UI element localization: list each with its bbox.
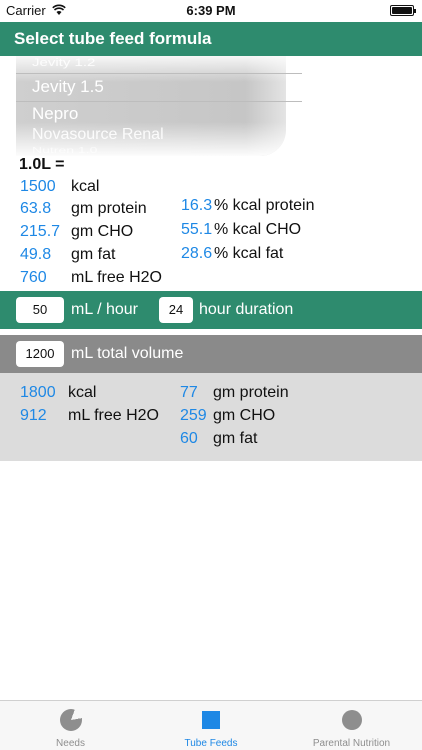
total-volume-bar: 1200 mL total volume [0,335,422,373]
square-icon [202,711,220,729]
picker-selection-line [16,73,302,74]
total-volume-unit: mL total volume [71,345,184,362]
cho-value: 215.7 [20,223,61,240]
status-bar: Carrier 6:39 PM [0,0,422,22]
rate-input[interactable]: 50 [16,297,64,323]
total-fat-unit: gm fat [213,430,258,447]
tab-label: Tube Feeds [184,738,238,749]
total-water-value: 912 [20,407,47,424]
pct-protein-value: 16.3 [181,197,213,214]
per-liter-title: 1.0L = [19,156,65,173]
total-kcal-unit: kcal [68,384,97,401]
fat-unit: gm fat [71,246,116,263]
pie-icon [59,709,82,731]
tab-needs[interactable]: Needs [0,701,141,750]
free-water-unit: mL free H2O [71,269,162,286]
duration-unit-label: hour duration [199,301,294,318]
fat-value: 49.8 [20,246,52,263]
picker-wheel[interactable]: Jevity 1.2 Jevity 1.5 Nepro Novasource R… [16,56,286,156]
rate-unit-label: mL / hour [71,301,138,318]
rate-bar: 50 mL / hour 24 hour duration [0,291,422,329]
total-protein-unit: gm protein [213,384,289,401]
total-protein-value: 77 [180,384,198,401]
cho-unit: gm CHO [71,223,134,240]
circle-icon [341,710,362,730]
tab-label: Needs [56,738,85,749]
kcal-unit: kcal [71,178,100,195]
total-volume-value[interactable]: 1200 [16,341,64,367]
protein-unit: gm protein [71,200,147,217]
picker-option-selected[interactable]: Jevity 1.5 [32,77,104,97]
tab-parental-nutrition[interactable]: Parental Nutrition [281,701,422,750]
total-kcal-value: 1800 [20,384,56,401]
page-title: Select tube feed formula [14,29,212,48]
total-fat-value: 60 [180,430,198,447]
pct-protein-unit: % kcal protein [214,197,315,214]
totals-panel: 1800 kcal 912 mL free H2O 77 gm protein … [0,373,422,461]
battery-icon [390,5,416,16]
tab-tube-feeds[interactable]: Tube Feeds [141,701,281,750]
protein-value: 63.8 [20,200,52,217]
clock: 6:39 PM [186,3,236,18]
tab-bar: Needs Tube Feeds Parental Nutrition [0,700,422,750]
pct-cho-value: 55.1 [181,221,213,238]
total-cho-unit: gm CHO [213,407,276,424]
tab-label: Parental Nutrition [312,738,391,749]
free-water-value: 760 [20,269,47,286]
picker-selection-line [16,101,302,102]
duration-input[interactable]: 24 [159,297,193,323]
header-bar: Select tube feed formula [0,22,422,56]
pct-fat-unit: % kcal fat [214,245,284,262]
picker-option[interactable]: Nepro [32,104,78,124]
picker-option[interactable]: Novasource Renal [32,126,164,144]
pct-cho-unit: % kcal CHO [214,221,302,238]
picker-option[interactable]: Jevity 1.2 [32,56,95,69]
pct-fat-value: 28.6 [181,245,213,262]
picker-option[interactable]: Nutren 1.0 [32,145,97,155]
total-water-unit: mL free H2O [68,407,159,424]
formula-picker[interactable]: Jevity 1.2 Jevity 1.5 Nepro Novasource R… [0,56,422,156]
total-cho-value: 259 [180,407,207,424]
kcal-value: 1500 [20,178,56,195]
